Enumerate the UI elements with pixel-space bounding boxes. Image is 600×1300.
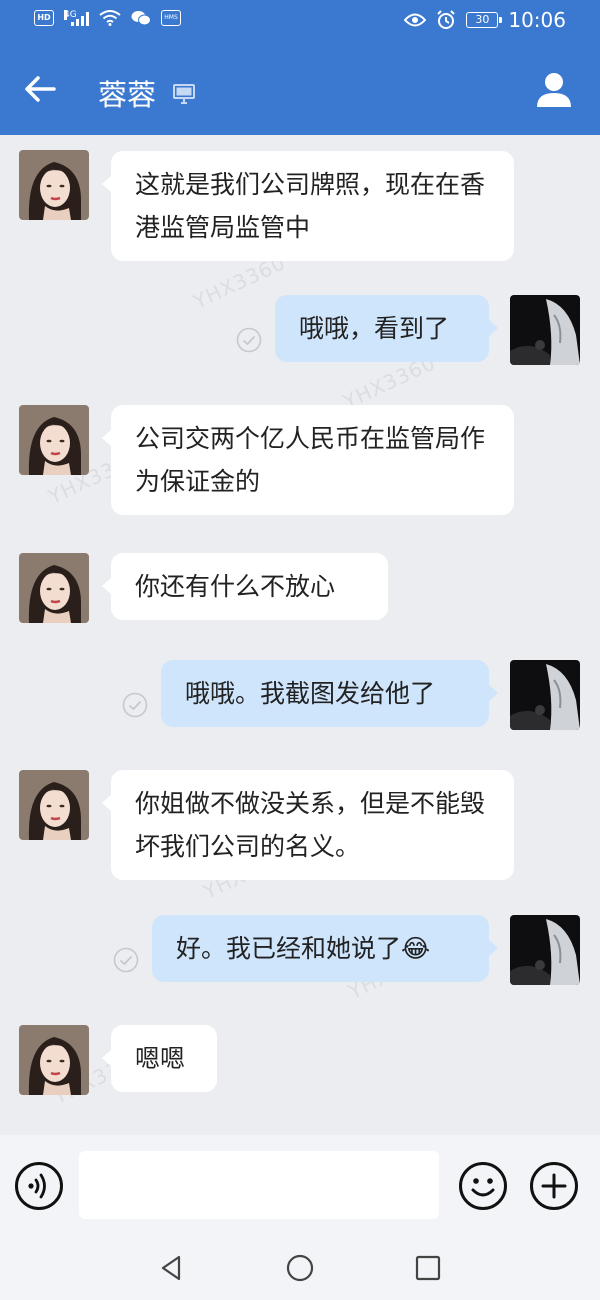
computer-online-icon bbox=[173, 84, 195, 104]
contact-avatar[interactable] bbox=[19, 405, 89, 475]
incoming-message[interactable]: 你姐做不做没关系，但是不能毁坏我们公司的名义。 bbox=[102, 770, 514, 880]
my-avatar[interactable] bbox=[510, 660, 580, 730]
battery-icon: 30 bbox=[466, 12, 503, 28]
status-right: 30 10:06 bbox=[404, 8, 566, 32]
plus-icon[interactable] bbox=[529, 1161, 579, 1211]
read-check-icon bbox=[113, 947, 139, 973]
status-bar: HD 4G HMS 30 10:06 bbox=[0, 0, 600, 45]
wifi-icon bbox=[99, 10, 121, 26]
contact-avatar[interactable] bbox=[19, 770, 89, 840]
status-left: HD 4G HMS bbox=[34, 10, 181, 26]
chat-title: 蓉蓉 bbox=[98, 78, 157, 112]
nav-home-icon[interactable] bbox=[285, 1253, 315, 1283]
back-arrow-icon[interactable] bbox=[20, 69, 60, 109]
voice-icon[interactable] bbox=[14, 1161, 64, 1211]
alarm-icon bbox=[437, 10, 456, 29]
incoming-message[interactable]: 这就是我们公司牌照，现在在香港监管局监管中 bbox=[102, 151, 514, 261]
read-check-icon bbox=[122, 692, 148, 718]
incoming-message[interactable]: 你还有什么不放心 bbox=[102, 553, 388, 620]
nav-recents-icon[interactable] bbox=[413, 1253, 443, 1283]
network-type: 4G bbox=[64, 10, 77, 20]
profile-icon[interactable] bbox=[534, 69, 574, 109]
read-check-icon bbox=[236, 327, 262, 353]
my-avatar[interactable] bbox=[510, 295, 580, 365]
contact-avatar[interactable] bbox=[19, 553, 89, 623]
input-bar bbox=[0, 1135, 600, 1235]
my-avatar[interactable] bbox=[510, 915, 580, 985]
clock: 10:06 bbox=[508, 8, 566, 32]
nav-back-icon[interactable] bbox=[157, 1253, 187, 1283]
incoming-message[interactable]: 嗯嗯 bbox=[102, 1025, 217, 1092]
system-nav-bar bbox=[0, 1235, 600, 1300]
outgoing-message[interactable]: 哦哦。我截图发给他了 bbox=[161, 660, 498, 727]
outgoing-message[interactable]: 好。我已经和她说了😂 bbox=[152, 915, 498, 982]
title-bar: 蓉蓉 bbox=[0, 55, 600, 127]
outgoing-message[interactable]: 哦哦，看到了 bbox=[275, 295, 498, 362]
message-list[interactable]: YHX3360 YHX3360 YHX3360 YHX3360 YHX3360 … bbox=[0, 135, 600, 1135]
wechat-icon bbox=[131, 11, 151, 26]
header: HD 4G HMS 30 10:06 蓉蓉 bbox=[0, 0, 600, 135]
signal-icon: 4G bbox=[64, 10, 89, 26]
message-input[interactable] bbox=[79, 1151, 439, 1219]
contact-avatar[interactable] bbox=[19, 150, 89, 220]
chat-screen: HD 4G HMS 30 10:06 蓉蓉 YHX3360 YHX3360 YH… bbox=[0, 0, 600, 1300]
emoji-icon[interactable] bbox=[458, 1161, 508, 1211]
contact-avatar[interactable] bbox=[19, 1025, 89, 1095]
incoming-message[interactable]: 公司交两个亿人民币在监管局作为保证金的 bbox=[102, 405, 514, 515]
hd-icon: HD bbox=[34, 10, 54, 26]
eye-icon bbox=[404, 13, 427, 27]
hms-icon: HMS bbox=[161, 10, 181, 26]
